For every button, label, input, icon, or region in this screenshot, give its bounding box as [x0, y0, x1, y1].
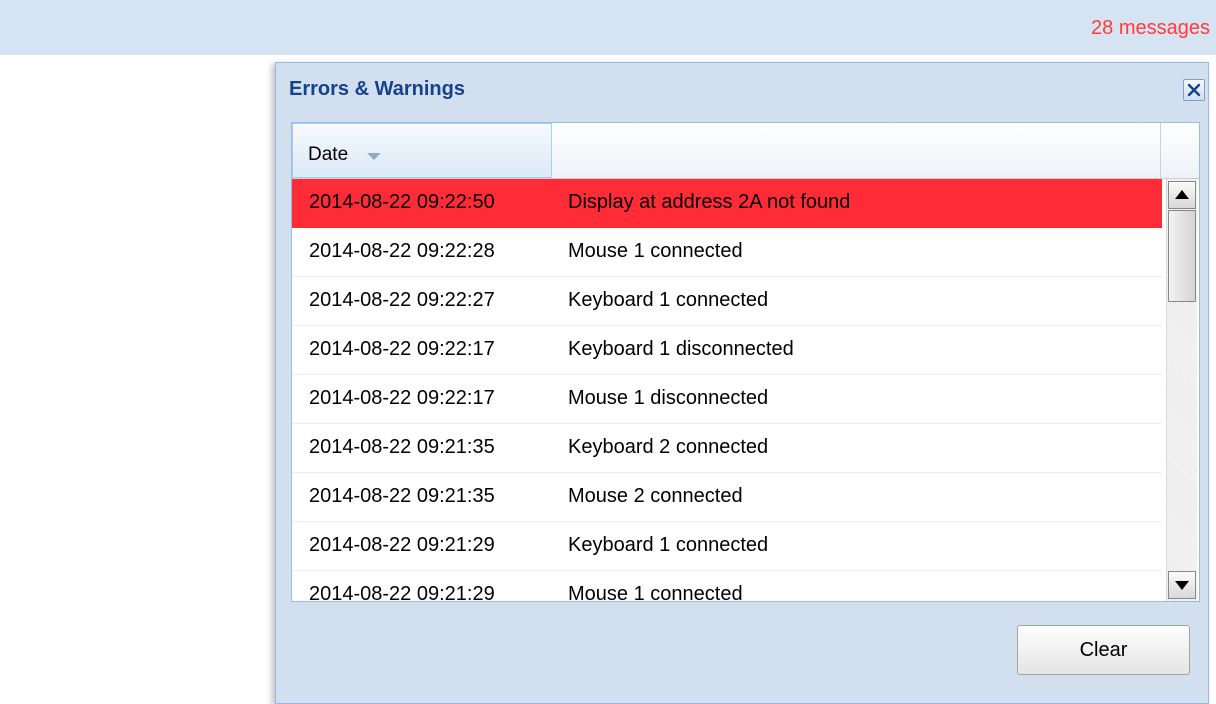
cell-message: Display at address 2A not found	[568, 191, 851, 213]
grid-body: 2014-08-22 09:22:50 Display at address 2A…	[292, 179, 1162, 601]
cell-message: Keyboard 1 connected	[568, 289, 769, 311]
column-header-date[interactable]: Date	[292, 123, 552, 178]
close-icon	[1187, 83, 1201, 97]
table-row[interactable]: 2014-08-22 09:22:17 Keyboard 1 disconnect…	[292, 326, 1162, 375]
cell-message: Mouse 1 disconnected	[568, 387, 769, 409]
arrow-up-icon	[1175, 190, 1189, 199]
cell-date: 2014-08-22 09:21:29	[309, 534, 495, 556]
vertical-scrollbar[interactable]	[1166, 179, 1197, 601]
cell-date: 2014-08-22 09:22:17	[309, 387, 495, 409]
cell-date: 2014-08-22 09:22:50	[309, 191, 495, 213]
scroll-down-button[interactable]	[1168, 571, 1196, 599]
arrow-down-icon	[1175, 581, 1189, 590]
cell-message: Keyboard 1 connected	[568, 534, 769, 556]
cell-message: Mouse 2 connected	[568, 485, 743, 507]
table-row[interactable]: 2014-08-22 09:22:28 Mouse 1 connected	[292, 228, 1162, 277]
dialog-title: Errors & Warnings	[289, 78, 465, 100]
cell-date: 2014-08-22 09:22:17	[309, 338, 495, 360]
cell-message: Mouse 1 connected	[568, 240, 743, 262]
messages-grid: Date 2014-08-22 09:22:50 Display at addre…	[291, 122, 1200, 602]
cell-date: 2014-08-22 09:21:35	[309, 485, 495, 507]
table-row[interactable]: 2014-08-22 09:21:29 Mouse 1 connected	[292, 571, 1162, 601]
table-row-error[interactable]: 2014-08-22 09:22:50 Display at address 2A…	[292, 179, 1162, 228]
clear-button[interactable]: Clear	[1017, 625, 1190, 675]
table-row[interactable]: 2014-08-22 09:22:27 Keyboard 1 connected	[292, 277, 1162, 326]
close-button[interactable]	[1183, 79, 1205, 101]
table-row[interactable]: 2014-08-22 09:21:35 Mouse 2 connected	[292, 473, 1162, 522]
sort-descending-icon	[367, 153, 381, 160]
grid-header: Date	[292, 123, 1199, 179]
cell-date: 2014-08-22 09:22:27	[309, 289, 495, 311]
top-bar: 28 messages	[0, 0, 1216, 55]
cell-date: 2014-08-22 09:21:35	[309, 436, 495, 458]
cell-date: 2014-08-22 09:22:28	[309, 240, 495, 262]
scroll-up-button[interactable]	[1168, 181, 1196, 209]
errors-warnings-dialog: Errors & Warnings Date 2014-08-22 09:22:…	[275, 62, 1209, 704]
cell-message: Mouse 1 connected	[568, 583, 743, 601]
column-header-message[interactable]	[552, 123, 1161, 178]
table-row[interactable]: 2014-08-22 09:21:35 Keyboard 2 connected	[292, 424, 1162, 473]
table-row[interactable]: 2014-08-22 09:22:17 Mouse 1 disconnected	[292, 375, 1162, 424]
scroll-thumb[interactable]	[1168, 210, 1196, 302]
cell-date: 2014-08-22 09:21:29	[309, 583, 495, 601]
cell-message: Keyboard 2 connected	[568, 436, 769, 458]
cell-message: Keyboard 1 disconnected	[568, 338, 794, 360]
column-header-date-label: Date	[308, 144, 349, 165]
message-count-link[interactable]: 28 messages	[1091, 17, 1210, 40]
table-row[interactable]: 2014-08-22 09:21:29 Keyboard 1 connected	[292, 522, 1162, 571]
dialog-header: Errors & Warnings	[276, 63, 1208, 115]
